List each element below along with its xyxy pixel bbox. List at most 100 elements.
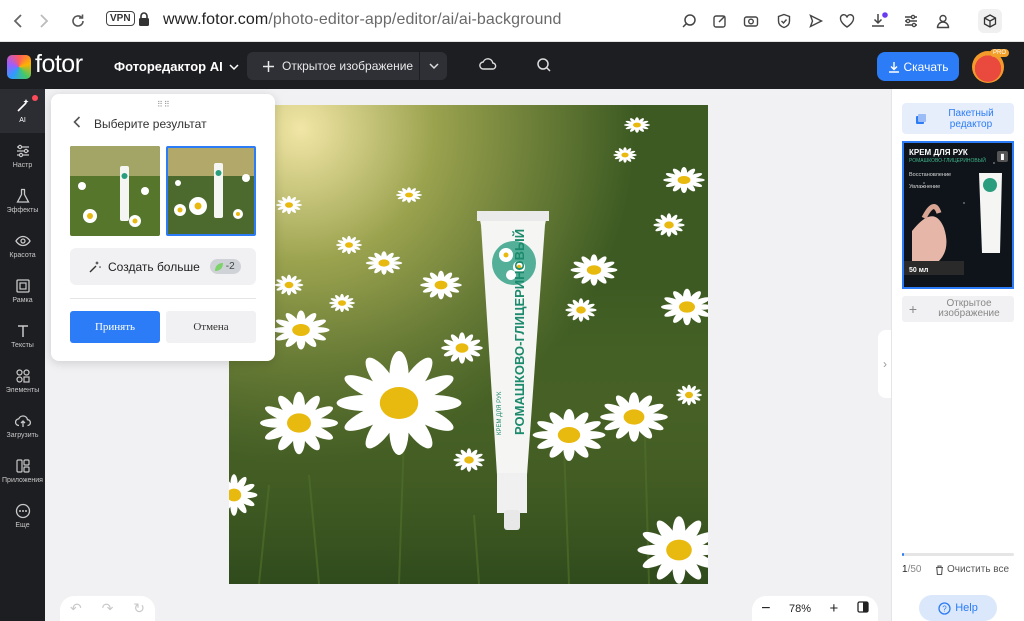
open-image-button[interactable]: Открытое изображение [247,52,447,80]
profile-icon[interactable] [933,11,953,31]
settings-sliders-icon[interactable] [901,11,921,31]
cloud-icon[interactable] [479,57,497,76]
flask-icon [15,188,30,203]
tool-beauty[interactable]: Красота [0,224,45,268]
credits-badge: -2 [209,259,241,274]
image-card-selected[interactable]: КРЕМ ДЛЯ РУК РОМАШКОВО-ГЛИЦЕРИНОВЫЙ Восс… [902,141,1014,289]
camera-icon[interactable] [741,11,761,31]
lock-icon[interactable] [138,12,150,32]
delete-icon[interactable]: ▮ [997,151,1008,162]
reload-icon[interactable] [66,9,90,33]
notification-dot [32,95,38,101]
collapse-panel-chevron-icon[interactable]: › [878,330,892,398]
back-arrow-icon[interactable] [73,115,81,131]
clear-all-button[interactable]: Очистить все [935,564,1009,575]
tool-label: Эффекты [6,207,39,214]
batch-editor-button[interactable]: Пакетный редактор [902,103,1014,134]
divider [70,298,256,299]
compare-icon[interactable] [857,601,869,616]
generate-more-label: Создать больше [108,259,200,274]
leaf-icon [214,262,223,271]
pro-badge: PRO [990,49,1010,57]
tool-label: Рамка [12,297,33,304]
select-result-panel: ⠿⠿ Выберите результат Создать больше -2 … [51,94,275,361]
add-image-button[interactable]: + Открытое изображение [902,296,1014,322]
cancel-button[interactable]: Отмена [166,311,256,343]
tool-adjust[interactable]: Настр [0,134,45,178]
editor-mode-label: Фоторедактор AI [114,59,223,74]
tube-small-text: КРЕМ ДЛЯ РУК [497,391,503,435]
credits-value: -2 [225,261,235,272]
zoom-out-icon[interactable]: − [761,600,770,618]
help-label: Help [955,602,978,614]
edit-icon[interactable] [710,11,730,31]
address-bar[interactable]: www.fotor.com/photo-editor-app/editor/ai… [163,11,562,29]
help-button[interactable]: ? Help [919,595,997,621]
open-image-dropdown[interactable] [419,52,447,80]
frame-icon [15,279,30,293]
shield-icon[interactable] [774,11,794,31]
logo-text: fotor [35,50,83,78]
tool-upload[interactable]: Загрузить [0,404,45,448]
panel-title: Выберите результат [94,117,207,131]
plus-icon [263,60,274,72]
sparkle-wand-icon [89,260,101,272]
undo-icon[interactable]: ↶ [70,600,82,617]
card-feature-2: Увлажнение [909,184,941,190]
clear-all-label: Очистить все [947,564,1010,575]
tool-ai[interactable]: AI [0,89,45,133]
right-panel: Пакетный редактор КРЕМ ДЛЯ РУК РОМАШКОВО… [891,89,1024,621]
tool-label: AI [19,117,26,124]
tool-label: Тексты [11,342,34,349]
count-total: /50 [907,564,922,575]
chevron-down-icon [428,63,439,70]
tool-elements[interactable]: Элементы [0,359,45,403]
url-host: www.fotor.com [163,11,269,28]
redo-icon[interactable]: ↷ [102,600,114,617]
shapes-icon [15,369,30,383]
browser-toolbar: VPN www.fotor.com/photo-editor-app/edito… [0,0,1024,42]
upload-cloud-icon [14,415,31,427]
downloads-icon[interactable] [869,11,889,31]
tool-label: Загрузить [6,432,39,439]
tool-effects[interactable]: Эффекты [0,179,45,223]
reset-icon[interactable]: ↻ [133,600,145,617]
tool-more[interactable]: Еще [0,494,45,538]
tube-main-text: РОМАШКОВО-ГЛИЦЕРИНОВЫЙ [512,229,527,435]
card-title: КРЕМ ДЛЯ РУК [909,148,968,157]
generate-more-button[interactable]: Создать больше -2 [70,248,256,285]
sliders-icon [16,144,29,158]
tool-apps[interactable]: Приложения [0,449,45,493]
main-photo[interactable]: РОМАШКОВО-ГЛИЦЕРИНОВЫЙ КРЕМ ДЛЯ РУК [229,105,708,584]
vpn-badge[interactable]: VPN [106,11,135,26]
image-count-progress [902,553,1014,556]
heart-icon[interactable] [837,11,857,31]
image-count: 1/50 [902,564,921,575]
forward-icon[interactable] [32,9,56,33]
drag-handle-icon[interactable]: ⠿⠿ [157,100,171,109]
batch-editor-label: Пакетный редактор [948,107,994,130]
fotor-logo[interactable]: fotor [7,50,83,79]
back-icon[interactable] [6,9,30,33]
result-thumbnail-2[interactable] [166,146,256,236]
magic-wand-icon [16,99,29,112]
eye-icon [14,235,31,247]
app-header: fotor Фоторедактор AI Открытое изображен… [0,42,1024,89]
tool-label: Настр [12,162,33,169]
zoom-in-icon[interactable]: + [830,600,839,617]
editor-mode-dropdown[interactable]: Фоторедактор AI [114,59,239,74]
result-thumbnail-image [70,146,160,236]
tool-text[interactable]: Тексты [0,314,45,358]
card-preview-image [904,162,1002,275]
download-button[interactable]: Скачать [877,52,959,81]
search-page-icon[interactable] [679,11,699,31]
accept-button[interactable]: Принять [70,311,160,343]
extensions-cube-icon[interactable] [978,9,1002,33]
search-icon[interactable] [536,57,552,78]
result-thumbnail-1[interactable] [70,146,160,236]
progress-fill [902,553,905,556]
tool-frame[interactable]: Рамка [0,269,45,313]
more-icon [15,503,30,519]
send-icon[interactable] [806,11,826,31]
card-subtitle: РОМАШКОВО-ГЛИЦЕРИНОВЫЙ [909,158,986,164]
